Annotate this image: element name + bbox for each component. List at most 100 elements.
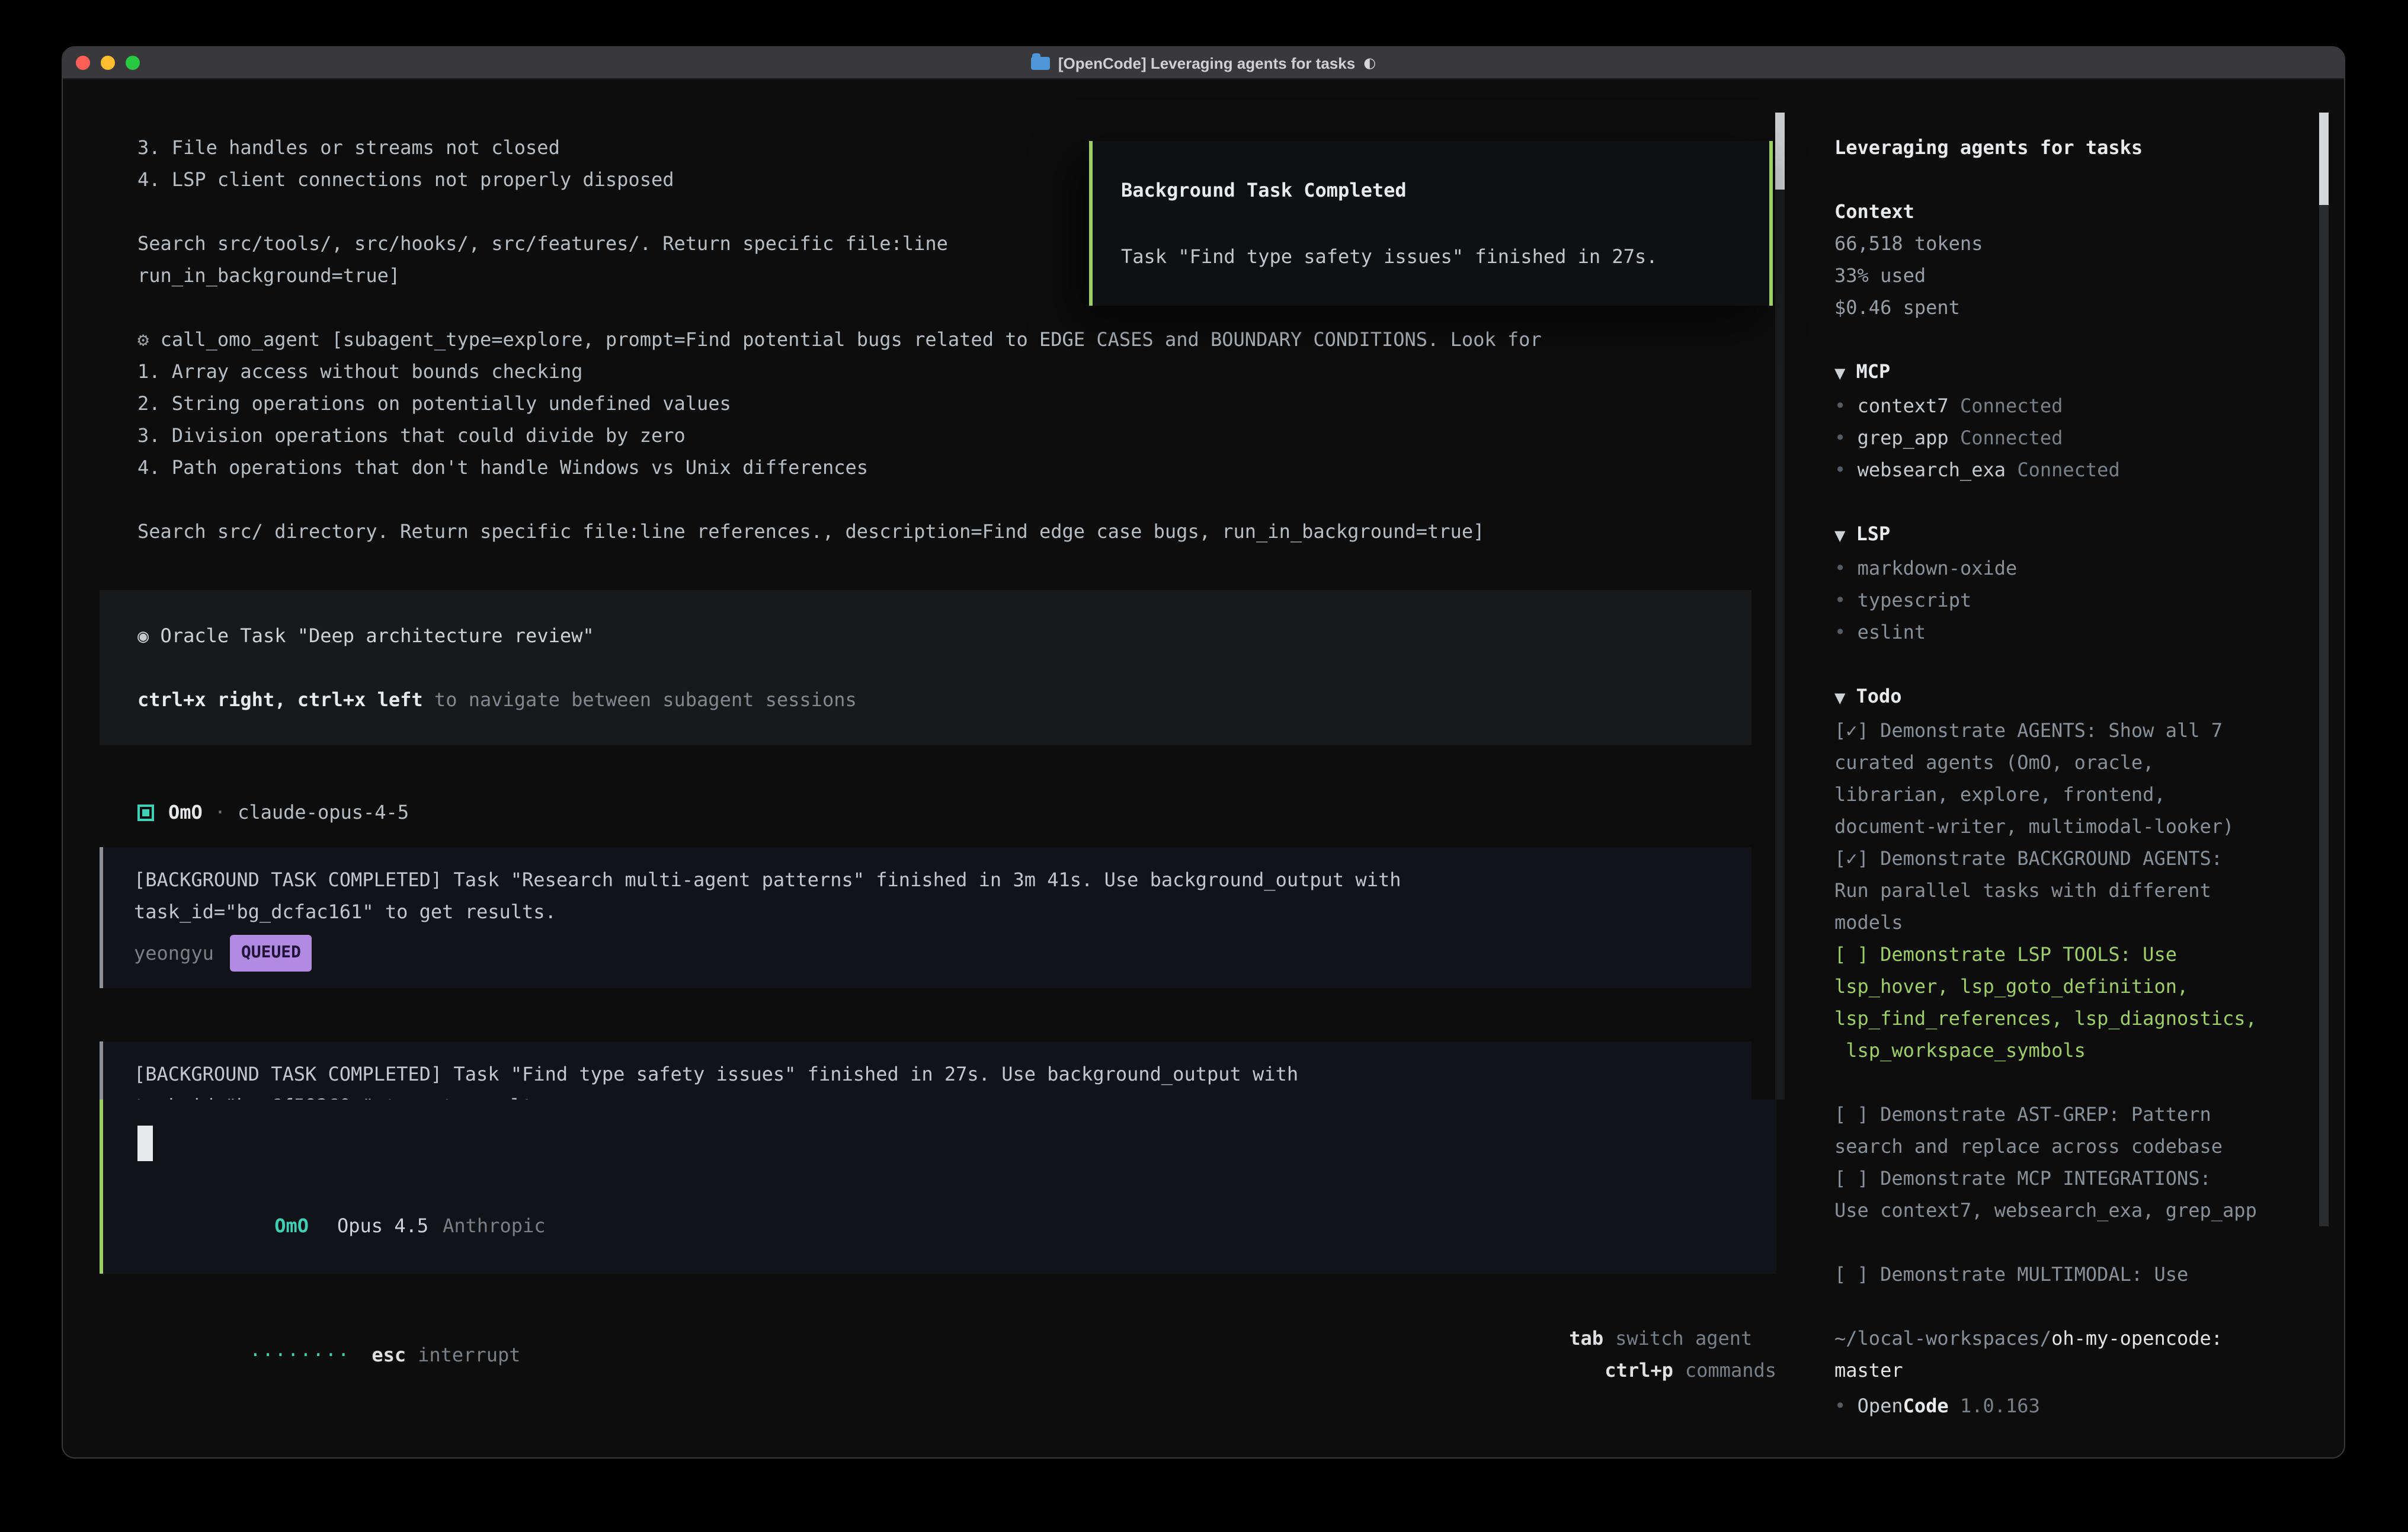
mcp-item: • context7 Connected (1834, 390, 2301, 422)
tool-call-line: Search src/ directory. Return specific f… (137, 515, 1751, 547)
sidebar-scrollbar-thumb[interactable] (2319, 113, 2329, 205)
context-section: Context 66,518 tokens 33% used $0.46 spe… (1834, 195, 2301, 323)
bullet-icon: • (1834, 1395, 1846, 1417)
mcp-status: Connected (1960, 427, 2063, 449)
status-right: tabswitch agent ctrl+pcommands (1432, 1290, 1776, 1418)
context-used: 33% used (1834, 259, 2301, 291)
bullet-icon: • (1834, 621, 1846, 643)
collapse-arrow-icon: ▼ (1834, 365, 1845, 382)
collapse-arrow-icon: ▼ (1834, 690, 1845, 706)
context-header: Context (1834, 195, 2301, 227)
message-author: yeongyu (134, 937, 214, 969)
window-titlebar[interactable]: [OpenCode] Leveraging agents for tasks ◐ (63, 47, 2344, 79)
subagent-nav-hint: ctrl+x right, ctrl+x left to navigate be… (137, 684, 1714, 716)
workspace-branch: master (1834, 1359, 1903, 1382)
workspace-path: ~/local-workspaces/oh-my-opencode: maste… (1834, 1322, 2301, 1386)
lsp-section: ▼LSP • markdown-oxide • typescript • esl… (1834, 518, 2301, 648)
mcp-name: context7 (1858, 395, 1949, 417)
message-body: [BACKGROUND TASK COMPLETED] Task "Find t… (134, 1058, 1721, 1100)
status-badge: QUEUED (230, 935, 312, 972)
tab-hint-group: tabswitch agent (1569, 1327, 1752, 1350)
window-body: 3. File handles or streams not closed 4.… (63, 79, 2344, 1457)
tab-key-label: switch agent (1615, 1327, 1752, 1350)
message-meta: yeongyu QUEUED (134, 935, 1721, 972)
progress-icon: ◐ (1363, 55, 1376, 71)
app-name-bold: Code (1903, 1395, 1949, 1417)
tool-call-text: call_omo_agent [subagent_type=explore, p… (161, 328, 1542, 351)
main-scrollbar-thumb[interactable] (1775, 113, 1785, 190)
mcp-section-header[interactable]: ▼ MCP (1834, 355, 2301, 390)
agent-model: claude-opus-4-5 (238, 796, 409, 828)
todo-item-done: [✓] Demonstrate AGENTS: Show all 7 curat… (1834, 714, 2301, 842)
commands-hint-group: ctrl+pcommands (1605, 1359, 1776, 1382)
tool-call-line: 1. Array access without bounds checking (137, 355, 1751, 387)
context-spent: $0.46 spent (1834, 291, 2301, 323)
tool-call-line (137, 483, 1751, 515)
todo-section-header[interactable]: ▼Todo (1834, 680, 2301, 714)
tool-call-line: 3. Division operations that could divide… (137, 419, 1751, 451)
oracle-task-title: ◉ Oracle Task "Deep architecture review" (137, 620, 1714, 652)
text-cursor (137, 1126, 153, 1161)
input-meta: OmOOpus 4.5Anthropic (137, 1178, 1742, 1274)
sidebar-scrollbar[interactable] (2319, 113, 2329, 1226)
esc-key-label: interrupt (418, 1343, 520, 1366)
app-version-footer: • OpenCode 1.0.163 (1834, 1390, 2301, 1422)
message-block: [BACKGROUND TASK COMPLETED] Task "Find t… (100, 1041, 1751, 1100)
input-provider-label: Anthropic (443, 1214, 545, 1237)
status-bar: ········ esc interrupt tabswitch agent ctr… (113, 1290, 1776, 1418)
toast-body: Task "Find type safety issues" finished … (1121, 241, 1741, 273)
todo-item-pending: [ ] Demonstrate MULTIMODAL: Use (1834, 1258, 2301, 1290)
lsp-name: typescript (1858, 589, 1972, 611)
workspace-repo: oh-my-opencode: (2051, 1327, 2223, 1350)
todo-item-pending: [ ] Demonstrate AST-GREP: Pattern search… (1834, 1098, 2301, 1162)
hint-keys: ctrl+x right, ctrl+x left (137, 688, 423, 711)
bullet-icon: • (1834, 459, 1846, 481)
terminal-scroll-area[interactable]: 3. File handles or streams not closed 4.… (63, 79, 1811, 1100)
background-task-toast: Background Task Completed Task "Find typ… (1089, 141, 1773, 306)
window-title: [OpenCode] Leveraging agents for tasks ◐ (63, 47, 2344, 78)
zoom-button[interactable] (126, 56, 140, 70)
main-scrollbar[interactable] (1775, 113, 1785, 1100)
tool-call-line: 4. Path operations that don't handle Win… (137, 451, 1751, 483)
close-button[interactable] (76, 56, 90, 70)
oracle-icon: ◉ (137, 624, 149, 647)
screen: [OpenCode] Leveraging agents for tasks ◐… (0, 0, 2408, 1532)
app-version: 1.0.163 (1960, 1395, 2040, 1417)
input-agent-label: OmO (274, 1214, 309, 1237)
prompt-input[interactable]: OmOOpus 4.5Anthropic (100, 1100, 1776, 1274)
traffic-lights (76, 56, 140, 70)
agent-name: OmO (168, 796, 203, 828)
mcp-name: websearch_exa (1858, 459, 2006, 481)
bullet-icon: • (1834, 395, 1846, 417)
todo-item-active: [ ] Demonstrate LSP TOOLS: Use lsp_hover… (1834, 938, 2301, 1066)
collapse-arrow-icon: ▼ (1834, 527, 1845, 544)
oracle-task-panel: ◉ Oracle Task "Deep architecture review"… (100, 590, 1751, 745)
ctrlp-key-label: commands (1685, 1359, 1776, 1382)
lsp-item: • markdown-oxide (1834, 552, 2301, 584)
agent-header: OmO · claude-opus-4-5 (137, 796, 1751, 828)
message-block: [BACKGROUND TASK COMPLETED] Task "Resear… (100, 847, 1751, 988)
oracle-title-text: Oracle Task "Deep architecture review" (149, 624, 594, 647)
minimize-button[interactable] (101, 56, 115, 70)
hint-text: to navigate between subagent sessions (423, 688, 857, 711)
agent-square-icon (137, 804, 154, 821)
mcp-section: ▼MCP • context7 Connected • grep_app Con… (1834, 355, 2301, 486)
session-title: Leveraging agents for tasks (1834, 132, 2301, 164)
gear-icon: ⚙ (137, 328, 149, 351)
app-name: Open (1858, 1395, 1903, 1417)
mcp-header-label: MCP (1856, 360, 1890, 383)
mcp-status: Connected (2017, 459, 2119, 481)
bullet-icon: • (1834, 427, 1846, 449)
tool-call-line: 2. String operations on potentially unde… (137, 387, 1751, 419)
spinner-dots-icon: ········ (249, 1343, 350, 1366)
todo-section: ▼Todo [✓] Demonstrate AGENTS: Show all 7… (1834, 680, 2301, 1290)
mcp-status: Connected (1960, 395, 2063, 417)
esc-key-hint: esc (372, 1343, 406, 1366)
lsp-section-header[interactable]: ▼LSP (1834, 518, 2301, 552)
toast-title: Background Task Completed (1121, 174, 1741, 206)
workspace-prefix: ~/local-workspaces/ (1834, 1327, 2051, 1350)
bullet-icon: • (1834, 557, 1846, 579)
message-body: [BACKGROUND TASK COMPLETED] Task "Resear… (134, 864, 1721, 928)
session-sidebar: Leveraging agents for tasks Context 66,5… (1811, 79, 2344, 1457)
folder-icon (1031, 56, 1050, 69)
